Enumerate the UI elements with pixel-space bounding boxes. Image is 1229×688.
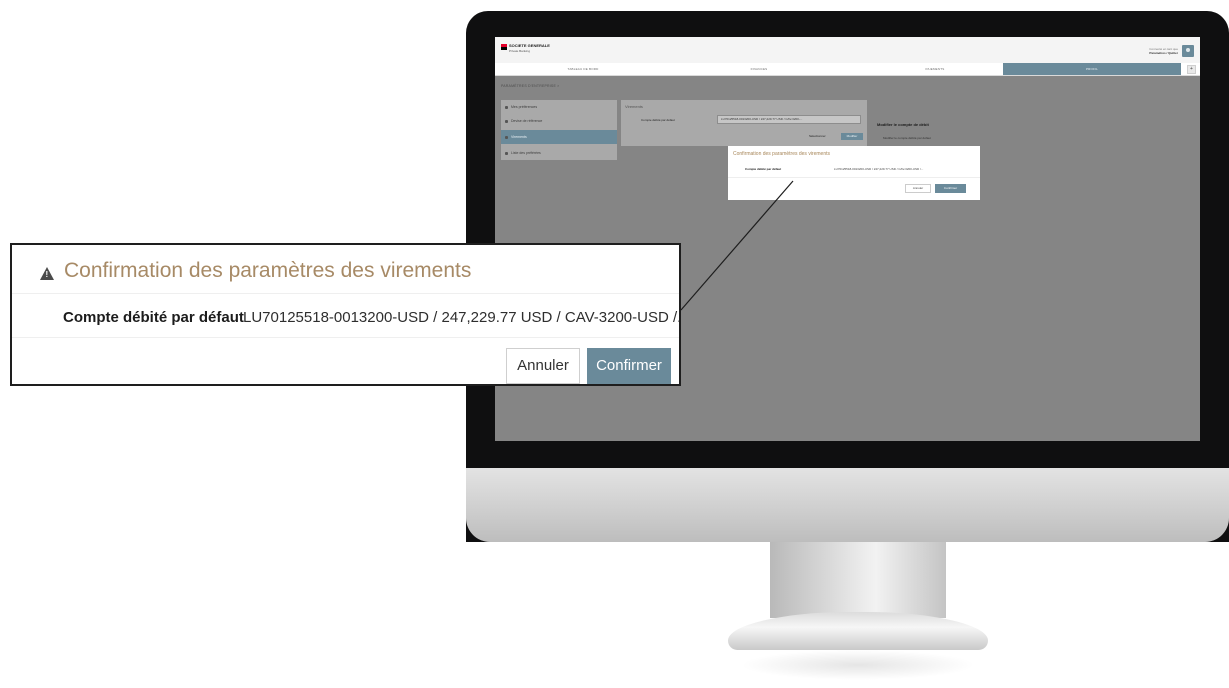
logo-black-block — [501, 47, 507, 50]
user-line-2: Paramètres / Quitter — [1149, 51, 1178, 55]
dialog-title: Confirmation des paramètres des virement… — [64, 259, 472, 282]
sidebar-item-currency[interactable]: Devise de référence — [501, 114, 617, 128]
user-info[interactable]: Connecté en tant que Paramètres / Quitte… — [1149, 47, 1178, 55]
sidebar-item-preferences[interactable]: Mes préférences — [501, 100, 617, 114]
sidebar-item-label: Liste des préférées — [511, 151, 541, 155]
divider — [12, 293, 679, 294]
page: SOCIETE GENERALE Private Banking Connect… — [0, 0, 1229, 688]
cancel-button[interactable]: Annuler — [506, 348, 580, 384]
sidebar-item-label: Devise de référence — [511, 119, 543, 123]
confirm-button-small[interactable]: Confirmer — [935, 184, 966, 193]
breadcrumb[interactable]: PARAMÈTRES D'ENTREPRISE > — [501, 84, 559, 88]
modify-button[interactable]: Modifier — [841, 133, 863, 140]
sidebar-item-label: Mes préférences — [511, 105, 538, 109]
imac-stand-neck — [770, 542, 946, 618]
main-nav: TABLEAU DE BORD FINANCES PAIEMENTS PROFI… — [495, 63, 1200, 76]
default-account-label: Compte débité par défaut — [641, 118, 675, 122]
dialog-field-value-small: LU70125518-0013200-USD / 247,229.77 USD … — [834, 167, 924, 171]
tab-profile[interactable]: PROFIL — [1003, 63, 1181, 75]
imac-stand-base — [728, 612, 988, 650]
brand-name: SOCIETE GENERALE — [509, 43, 550, 48]
confirmation-dialog-zoom: Confirmation des paramètres des virement… — [10, 243, 681, 386]
modify-account-subtitle: Modifier le compte débité par défaut — [883, 136, 931, 140]
add-tab-button[interactable]: + — [1187, 65, 1196, 74]
sidebar-item-favorites[interactable]: Liste des préférées — [501, 146, 617, 160]
cancel-button-small[interactable]: Annuler — [905, 184, 931, 193]
confirmation-dialog-small: Confirmation des paramètres des virement… — [728, 146, 980, 200]
star-icon — [505, 151, 508, 155]
dialog-field-label-small: Compte débité par défaut — [745, 167, 782, 171]
divider — [12, 337, 679, 338]
tab-finances[interactable]: FINANCES — [671, 63, 847, 75]
confirm-button[interactable]: Confirmer — [587, 348, 671, 384]
modify-account-title: Modifier le compte de débit — [877, 122, 929, 127]
divider — [728, 177, 980, 178]
brand-logo[interactable]: SOCIETE GENERALE Private Banking — [501, 44, 550, 57]
dialog-field-value: LU70125518-0013200-USD / 247,229.77 USD … — [243, 309, 681, 326]
default-account-select[interactable]: LU70125518-0013200-USD / 247,229.77 USD … — [717, 115, 861, 124]
imac-chin — [466, 468, 1229, 542]
transfers-panel: Virements Compte débité par défaut LU701… — [621, 100, 867, 146]
warning-triangle-icon — [40, 267, 54, 280]
settings-sidebar: Mes préférences Devise de référence Vire… — [501, 100, 617, 160]
select-button[interactable]: Sélectionner — [809, 134, 826, 138]
sidebar-item-transfers[interactable]: Virements — [501, 130, 617, 144]
tab-dashboard[interactable]: TABLEAU DE BORD — [495, 63, 671, 75]
dialog-field-label: Compte débité par défaut — [63, 309, 244, 326]
app-header: SOCIETE GENERALE Private Banking Connect… — [495, 37, 1200, 63]
panel-title: Virements — [625, 104, 643, 109]
currency-icon — [505, 119, 508, 123]
settings-icon — [505, 105, 508, 109]
brand-subtitle: Private Banking — [509, 49, 531, 53]
sidebar-item-label: Virements — [511, 135, 527, 139]
user-avatar-button[interactable] — [1182, 45, 1194, 57]
transfer-icon — [505, 135, 508, 139]
dialog-title-small: Confirmation des paramètres des virement… — [733, 151, 830, 157]
imac-stand-shadow — [740, 650, 976, 680]
tab-payments[interactable]: PAIEMENTS — [847, 63, 1023, 75]
